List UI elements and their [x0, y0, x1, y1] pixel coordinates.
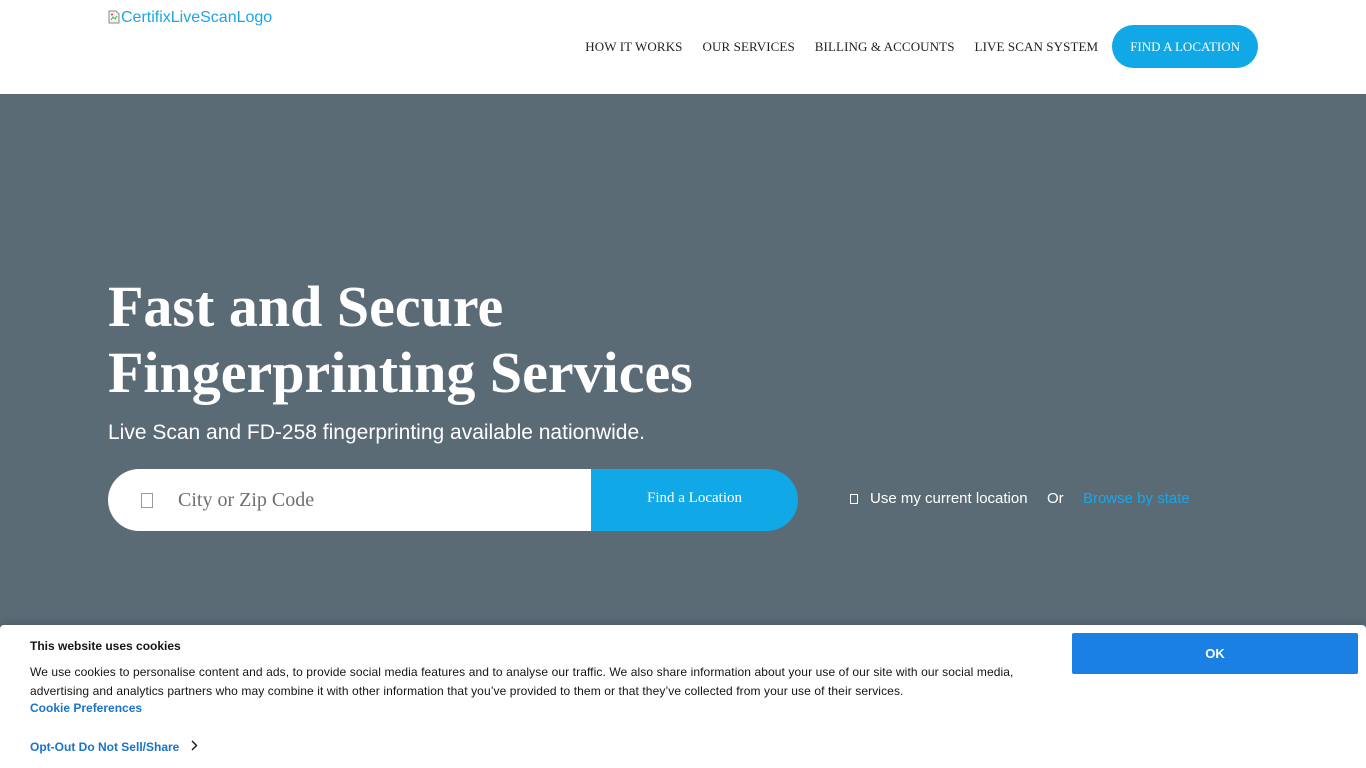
cookie-ok-button[interactable]: OK — [1072, 633, 1358, 674]
chevron-right-icon — [191, 740, 198, 754]
main-nav: HOW IT WORKS OUR SERVICES BILLING & ACCO… — [565, 25, 1258, 68]
nav-how-it-works[interactable]: HOW IT WORKS — [585, 39, 682, 55]
site-logo[interactable]: CertifixLiveScanLogo — [108, 9, 272, 27]
browse-by-state-link[interactable]: Browse by state — [1083, 490, 1190, 507]
use-current-location-label: Use my current location — [870, 490, 1028, 507]
nav-live-scan-system[interactable]: LIVE SCAN SYSTEM — [975, 39, 1099, 55]
cookie-preferences-link[interactable]: Cookie Preferences — [30, 701, 142, 715]
site-header: CertifixLiveScanLogo HOW IT WORKS OUR SE… — [0, 0, 1366, 94]
hero-subtitle: Live Scan and FD-258 fingerprinting avai… — [108, 421, 645, 444]
map-pin-icon — [141, 492, 153, 508]
hero-title-line2: Fingerprinting Services — [108, 340, 693, 405]
location-search-form: Find a Location — [108, 469, 798, 531]
location-icon — [850, 493, 858, 504]
cookie-description: We use cookies to personalise content an… — [30, 665, 1014, 698]
or-separator: Or — [1047, 490, 1064, 507]
broken-image-icon — [108, 10, 120, 24]
logo-alt-text: CertifixLiveScanLogo — [121, 9, 273, 26]
hero-title-line1: Fast and Secure — [108, 274, 504, 339]
nav-billing-accounts[interactable]: BILLING & ACCOUNTS — [815, 39, 955, 55]
opt-out-link[interactable]: Opt-Out Do Not Sell/Share — [30, 740, 198, 754]
cookie-banner: This website uses cookies We use cookies… — [0, 625, 1366, 768]
use-current-location-link[interactable]: Use my current location — [850, 490, 1028, 507]
search-box — [108, 469, 591, 531]
nav-our-services[interactable]: OUR SERVICES — [703, 39, 795, 55]
find-a-location-button[interactable]: Find a Location — [591, 469, 798, 531]
hero-title: Fast and Secure Fingerprinting Services — [108, 274, 693, 406]
city-zip-input[interactable] — [178, 488, 558, 512]
cookie-title: This website uses cookies — [30, 639, 181, 653]
opt-out-label: Opt-Out Do Not Sell/Share — [30, 740, 180, 754]
find-a-location-nav-button[interactable]: FIND A LOCATION — [1112, 25, 1258, 68]
